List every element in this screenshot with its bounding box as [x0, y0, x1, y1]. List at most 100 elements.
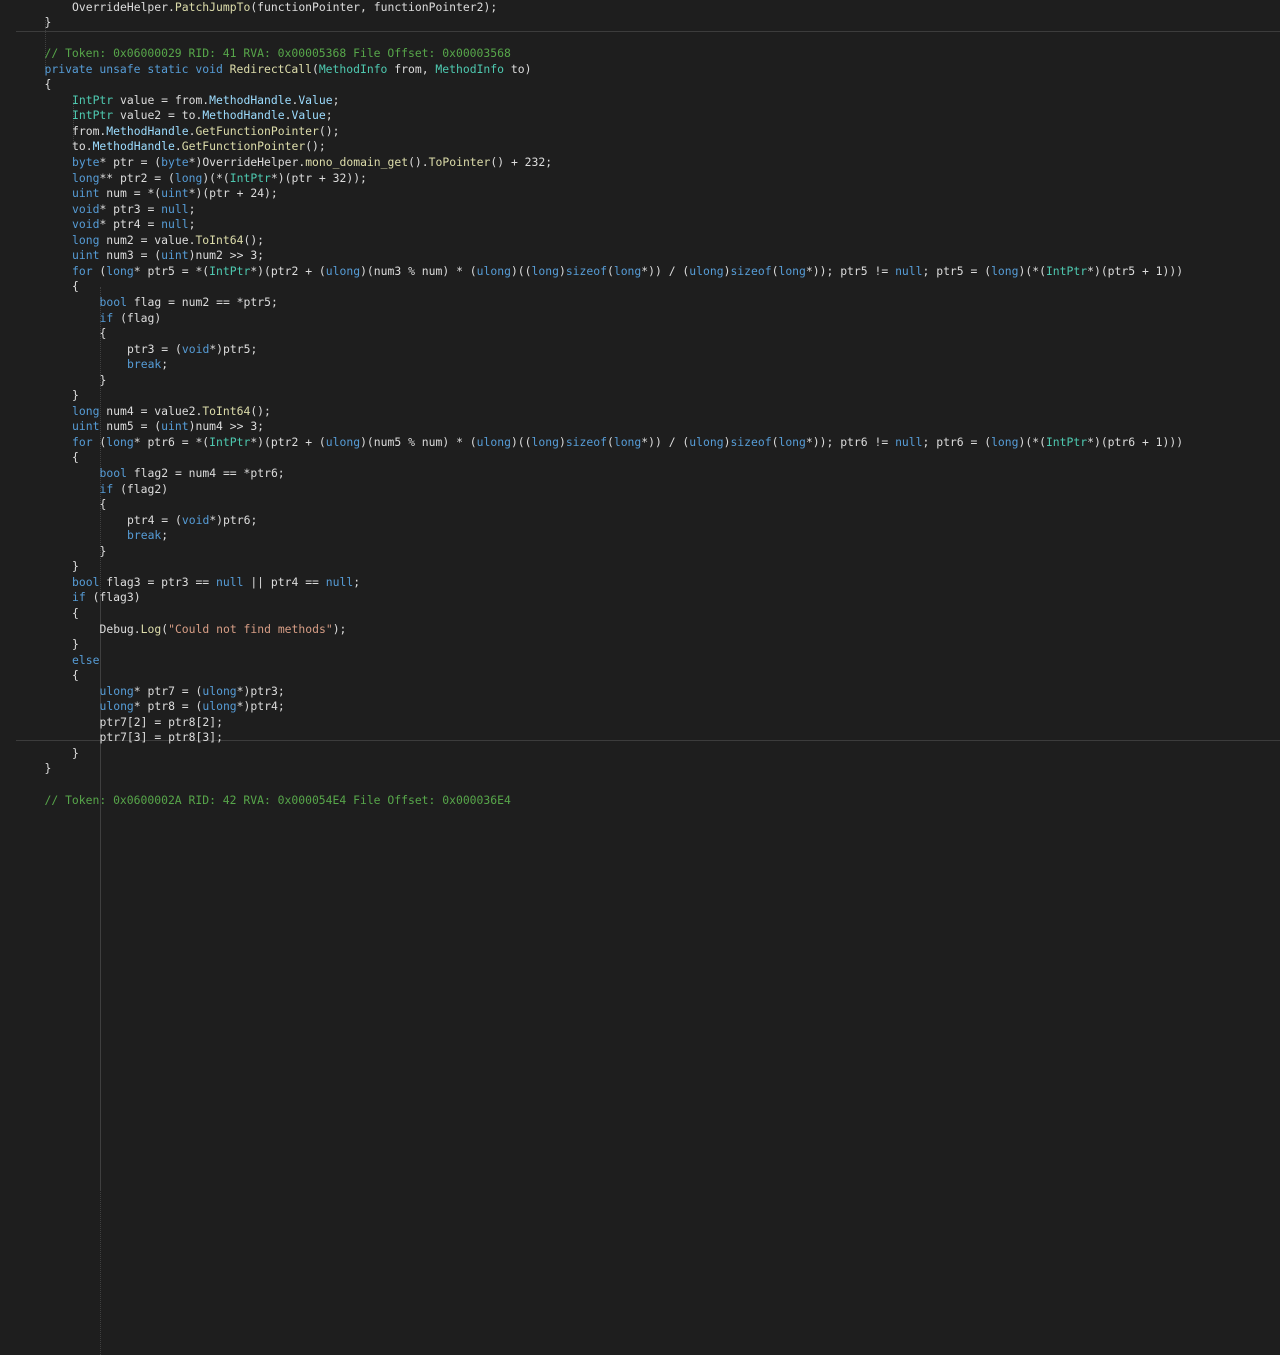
code-line[interactable]: for (long* ptr6 = *(IntPtr*)(ptr2 + (ulo… [72, 434, 1183, 450]
code-line[interactable]: } [45, 760, 52, 776]
code-token: from, [387, 61, 436, 76]
code-line[interactable]: uint num = *(uint*)(ptr + 24); [72, 185, 278, 201]
code-line[interactable]: } [45, 14, 52, 30]
code-line[interactable]: from.MethodHandle.GetFunctionPointer(); [72, 123, 339, 139]
code-line[interactable]: IntPtr value2 = to.MethodHandle.Value; [72, 107, 333, 123]
code-token: * ptr7 = ( [133, 683, 203, 698]
code-token: )num2 >> 3; [188, 248, 265, 263]
code-token: ToPointer [428, 155, 491, 169]
code-token: sizeof [730, 263, 772, 278]
code-token: byte [161, 155, 189, 169]
code-line[interactable]: { [100, 496, 107, 512]
code-token: IntPtr [229, 170, 271, 185]
code-token: uint [161, 419, 189, 434]
code-token: private unsafe static void [44, 61, 230, 76]
code-token: ( [92, 434, 107, 449]
code-line[interactable]: else [72, 652, 99, 668]
code-line[interactable]: ptr3 = (void*)ptr5; [127, 341, 257, 357]
code-line[interactable]: uint num5 = (uint)num4 >> 3; [72, 418, 264, 434]
code-line[interactable]: void* ptr3 = null; [72, 201, 195, 217]
code-line[interactable]: { [72, 449, 79, 465]
code-line[interactable]: ptr4 = (void*)ptr6; [127, 512, 257, 528]
code-token: IntPtr [1045, 263, 1088, 278]
code-line[interactable]: } [72, 636, 79, 652]
code-line[interactable]: OverrideHelper.PatchJumpTo(functionPoint… [72, 0, 497, 15]
code-line[interactable]: uint num3 = (uint)num2 >> 3; [72, 247, 264, 263]
code-token: ptr7[2] = ptr8[2]; [99, 714, 223, 729]
code-token: ulong [99, 683, 134, 698]
code-token: IntPtr [72, 108, 114, 123]
code-token: MethodHandle [92, 139, 175, 154]
code-token: )num4 >> 3; [188, 419, 265, 434]
code-token: sizeof [565, 263, 607, 278]
code-line[interactable]: { [72, 278, 79, 294]
code-line[interactable]: } [100, 543, 107, 559]
code-token: long [174, 170, 203, 185]
code-line[interactable]: to.MethodHandle.GetFunctionPointer(); [72, 138, 326, 154]
code-token: to. [72, 139, 93, 154]
code-token: ; ptr6 = ( [922, 434, 992, 449]
code-line[interactable]: byte* ptr = (byte*)OverrideHelper.mono_d… [72, 154, 552, 170]
code-token: { [44, 77, 52, 92]
code-line[interactable]: private unsafe static void RedirectCall(… [45, 61, 532, 77]
code-line[interactable]: if (flag2) [100, 481, 169, 497]
code-line[interactable]: } [72, 558, 79, 574]
code-line[interactable]: break; [127, 356, 168, 372]
code-token: } [72, 745, 79, 760]
code-line[interactable]: { [100, 325, 107, 341]
code-token: *)); ptr5 != [805, 263, 896, 278]
code-line[interactable]: IntPtr value = from.MethodHandle.Value; [72, 92, 339, 108]
code-line[interactable]: bool flag2 = num4 == *ptr6; [100, 465, 285, 481]
code-token: ToInt64 [195, 232, 244, 247]
code-token: ( [311, 61, 319, 76]
code-line[interactable]: ptr7[2] = ptr8[2]; [100, 714, 223, 730]
code-token: { [72, 450, 79, 465]
code-token: ulong [476, 263, 511, 278]
code-line[interactable]: if (flag3) [72, 589, 141, 605]
code-token: void [72, 201, 100, 216]
code-line[interactable]: bool flag = num2 == *ptr5; [100, 294, 278, 310]
code-token: MethodHandle [202, 108, 285, 123]
code-line[interactable]: long num2 = value.ToInt64(); [72, 232, 264, 248]
code-token: () + 232; [490, 155, 553, 169]
code-token: ( [606, 434, 614, 449]
code-line[interactable]: { [72, 667, 79, 683]
code-line[interactable]: break; [127, 527, 168, 543]
code-token: *)(ptr2 + ( [250, 263, 326, 278]
code-token: (); [243, 232, 265, 247]
code-line[interactable]: } [100, 372, 107, 388]
code-token: { [99, 326, 107, 341]
code-token: // Token: 0x06000029 RID: 41 RVA: 0x0000… [44, 46, 511, 61]
code-line[interactable]: void* ptr4 = null; [72, 216, 195, 232]
code-token: uint [161, 248, 189, 263]
code-token: break [127, 528, 162, 543]
code-line[interactable]: long** ptr2 = (long)(*(IntPtr*)(ptr + 32… [72, 170, 367, 186]
code-line[interactable]: { [45, 76, 52, 92]
code-token: if [99, 310, 114, 325]
code-token: { [99, 497, 107, 512]
code-editor[interactable]: OverrideHelper.PatchJumpTo(functionPoint… [0, 0, 1280, 1355]
code-token: * ptr = ( [99, 155, 162, 169]
code-line[interactable]: ulong* ptr8 = (ulong*)ptr4; [100, 698, 285, 714]
code-token: { [72, 605, 79, 620]
code-line[interactable]: long num4 = value2.ToInt64(); [72, 403, 271, 419]
code-line[interactable]: bool flag3 = ptr3 == null || ptr4 == nul… [72, 574, 360, 590]
code-token: flag2 = num4 == *ptr6; [126, 466, 285, 480]
code-line[interactable]: Debug.Log("Could not find methods"); [100, 621, 347, 637]
code-line[interactable]: } [72, 387, 79, 403]
code-line[interactable]: ptr7[3] = ptr8[3]; [100, 729, 223, 745]
code-token: // Token: 0x0600002A RID: 42 RVA: 0x0000… [44, 792, 511, 807]
code-token: Log [140, 621, 162, 636]
code-line[interactable]: // Token: 0x06000029 RID: 41 RVA: 0x0000… [45, 45, 511, 61]
code-token: num5 = ( [99, 419, 162, 434]
code-token: ulong [689, 263, 724, 278]
code-token: sizeof [730, 434, 772, 449]
code-line[interactable]: { [72, 605, 79, 621]
code-token: ** ptr2 = ( [99, 170, 175, 185]
code-line[interactable]: // Token: 0x0600002A RID: 42 RVA: 0x0000… [45, 792, 511, 808]
code-line[interactable]: for (long* ptr5 = *(IntPtr*)(ptr2 + (ulo… [72, 263, 1183, 279]
code-line[interactable]: } [72, 745, 79, 761]
code-token: ulong [325, 263, 361, 278]
code-line[interactable]: ulong* ptr7 = (ulong*)ptr3; [100, 683, 285, 699]
code-line[interactable]: if (flag) [100, 310, 162, 326]
